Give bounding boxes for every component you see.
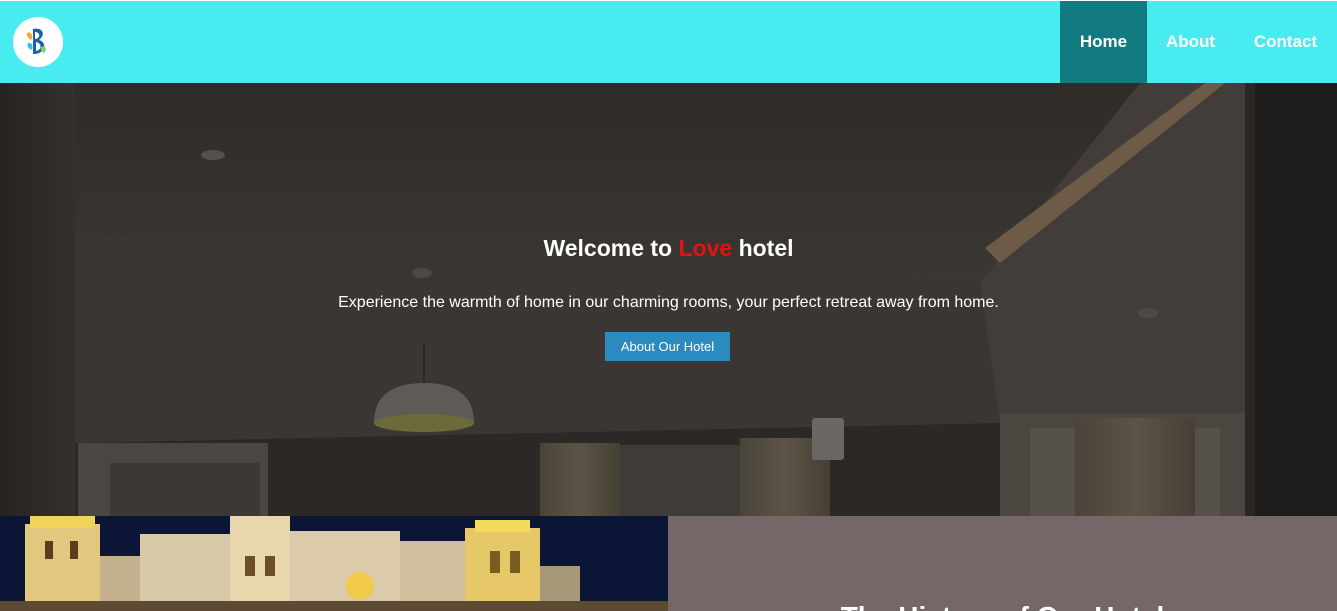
page: Home About Contact Welcome to Love hotel… (0, 0, 1337, 611)
history-panel: The History of Our Hotel (668, 516, 1337, 611)
hero-title-suffix: hotel (732, 235, 794, 261)
hero-content: Welcome to Love hotel Experience the war… (0, 83, 1337, 516)
hotel-logo-icon[interactable] (13, 17, 63, 67)
hero-title: Welcome to Love hotel (0, 235, 1337, 262)
about-our-hotel-button[interactable]: About Our Hotel (605, 332, 730, 361)
hero-title-accent: Love (678, 235, 733, 261)
navbar: Home About Contact (0, 1, 1337, 83)
logo-mark-icon (13, 17, 63, 67)
history-heading: The History of Our Hotel (668, 601, 1337, 611)
history-section: The History of Our Hotel (0, 516, 1337, 611)
nav-home-link[interactable]: Home (1060, 1, 1147, 83)
hotel-building-night-image (0, 516, 668, 611)
hotel-building-illustration (0, 516, 668, 611)
hero-title-prefix: Welcome to (543, 235, 679, 261)
nav-about-link[interactable]: About (1147, 1, 1234, 83)
hero-subtitle: Experience the warmth of home in our cha… (338, 294, 999, 311)
nav-contact-link[interactable]: Contact (1234, 1, 1337, 83)
hero-section: Welcome to Love hotel Experience the war… (0, 83, 1337, 516)
main-nav: Home About Contact (1060, 1, 1337, 83)
